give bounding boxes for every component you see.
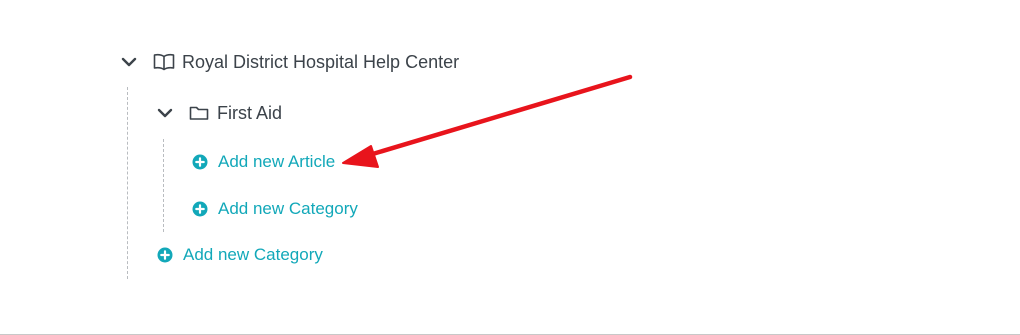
add-new-subcategory-link[interactable]: Add new Category [192, 197, 358, 221]
book-icon [153, 52, 175, 72]
tree-category-node[interactable]: First Aid [156, 101, 282, 125]
add-new-article-link[interactable]: Add new Article [192, 150, 335, 174]
plus-circle-icon [192, 154, 208, 170]
category-tree-guide [163, 139, 164, 232]
add-new-category-label: Add new Category [183, 245, 323, 264]
chevron-down-icon[interactable] [156, 104, 174, 122]
add-new-category-link[interactable]: Add new Category [157, 243, 323, 267]
add-new-article-label: Add new Article [218, 152, 336, 171]
help-center-tree-page: Royal District Hospital Help Center Firs… [0, 0, 1020, 335]
plus-circle-icon [157, 247, 173, 263]
tree-root-label: Royal District Hospital Help Center [182, 51, 460, 72]
chevron-down-icon[interactable] [120, 53, 138, 71]
folder-icon [188, 103, 210, 123]
add-new-subcategory-label: Add new Category [218, 199, 358, 218]
tree-category-label: First Aid [217, 102, 283, 123]
tree-root-node[interactable]: Royal District Hospital Help Center [120, 50, 459, 74]
plus-circle-icon [192, 201, 208, 217]
root-tree-guide [127, 87, 128, 279]
